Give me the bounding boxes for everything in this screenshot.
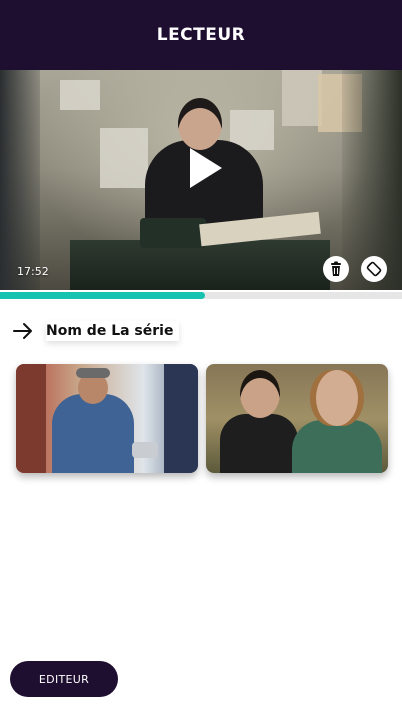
thumb-figure [292,420,382,473]
delete-button[interactable] [323,256,349,282]
thumb-figure [52,394,134,473]
series-link[interactable]: Nom de La série [12,316,180,346]
video-progress-fill [0,292,206,299]
play-button[interactable] [186,146,226,190]
thumb-building [16,364,46,473]
rotate-button[interactable] [361,256,387,282]
thumb-figure-head [240,370,280,418]
thumb-car [132,442,158,458]
episode-thumbnail-2[interactable] [206,364,388,473]
video-edge-shadow [0,70,40,290]
rotate-screen-icon [366,261,382,277]
thumb-foreground [164,364,198,473]
wall-paper [60,80,100,110]
thumb-figure-hat [76,368,110,378]
video-figure-head [178,98,222,150]
thumb-figure [220,414,298,473]
thumb-figure-head [316,370,358,426]
video-player[interactable]: 17:52 [0,70,402,290]
editor-button[interactable]: EDITEUR [10,661,118,697]
trash-icon [331,261,341,276]
video-typewriter [140,218,206,248]
arrow-right-icon [13,323,32,339]
video-progress-bar[interactable] [0,292,402,299]
app-header: LECTEUR [0,0,402,70]
play-icon [190,148,222,188]
wall-paper [282,70,322,126]
episode-thumbnail-1[interactable] [16,364,198,473]
wall-paper [100,128,148,188]
video-duration: 17:52 [17,265,49,278]
series-name: Nom de La série [46,321,180,341]
page-title: LECTEUR [156,25,246,45]
